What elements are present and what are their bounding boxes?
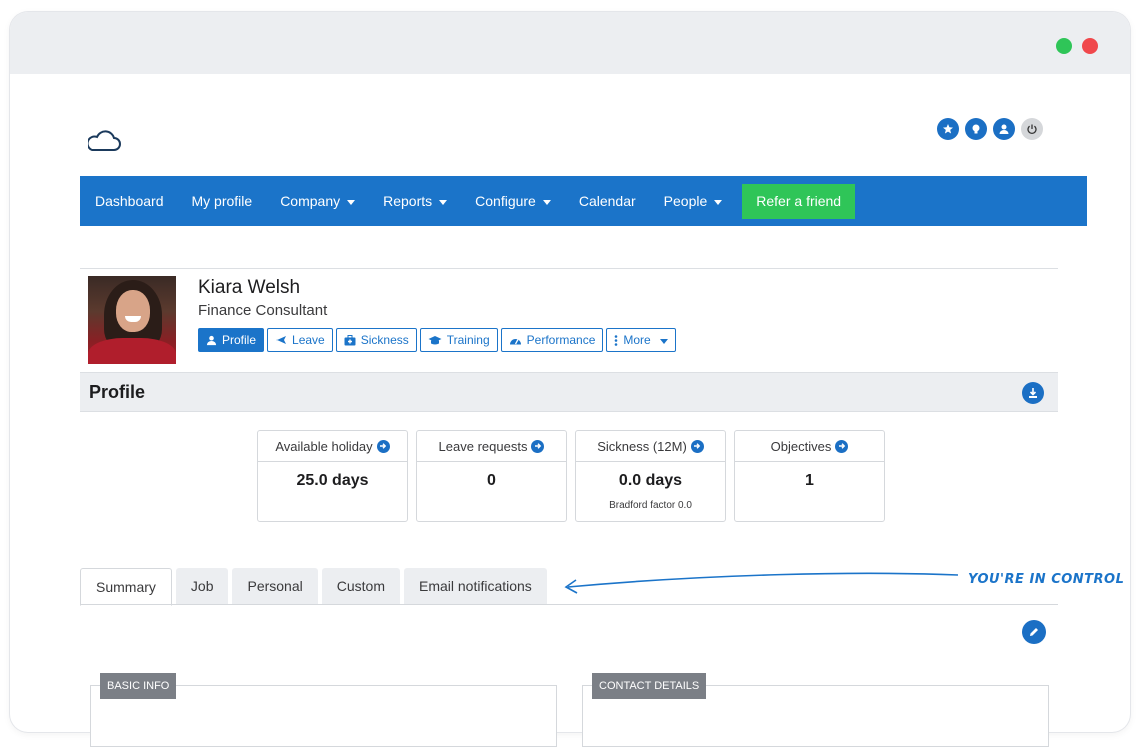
tab-email-notifications[interactable]: Email notifications (403, 568, 547, 604)
arrow-right-circle-icon (835, 439, 849, 453)
stat-label: Leave requests (438, 438, 528, 454)
main-navbar: Dashboard My profile Company Reports Con… (80, 176, 1087, 226)
nav-label: Company (280, 193, 341, 209)
bradford-factor: Bradford factor 0.0 (609, 500, 692, 511)
panel-label: CONTACT DETAILS (592, 673, 707, 699)
nav-label: Reports (383, 193, 433, 209)
contact-details-panel: CONTACT DETAILS (582, 673, 1049, 747)
content-tabs: Summary Job Personal Custom Email notifi… (80, 568, 547, 606)
star-icon[interactable] (937, 118, 959, 140)
window-titlebar (10, 12, 1130, 74)
power-icon[interactable] (1021, 118, 1043, 140)
tabs-divider (80, 604, 1058, 605)
plane-icon (276, 336, 287, 344)
nav-people[interactable]: People (650, 176, 737, 226)
stat-card-link[interactable]: Sickness (12M) (576, 431, 725, 462)
header-icons (937, 118, 1043, 140)
stat-value: 0.0 days (618, 472, 683, 489)
tab-performance[interactable]: Performance (500, 328, 604, 352)
panel-label: BASIC INFO (100, 673, 177, 699)
caret-down-icon (542, 199, 551, 205)
window-close-button[interactable] (1082, 38, 1098, 54)
profile-tabs: Profile Leave Sickness Training Performa… (198, 328, 676, 352)
callout-text: YOU'RE IN CONTROL (968, 572, 1125, 587)
nav-reports[interactable]: Reports (369, 176, 461, 226)
caret-down-icon (659, 338, 668, 344)
tab-label: Training (446, 333, 490, 347)
stat-card-link[interactable]: Available holiday (258, 431, 407, 462)
stat-card-objectives: Objectives 1 (734, 430, 885, 522)
arrow-right-circle-icon (690, 439, 704, 453)
tab-training[interactable]: Training (419, 328, 498, 352)
tab-summary[interactable]: Summary (80, 568, 172, 606)
caret-down-icon (714, 199, 723, 205)
edit-pencil-icon[interactable] (1022, 620, 1046, 644)
stat-card-sickness: Sickness (12M) 0.0 days Bradford factor … (575, 430, 726, 522)
vertical-dots-icon (615, 334, 618, 346)
cloud-logo-icon[interactable] (88, 130, 122, 154)
nav-label: My profile (191, 193, 253, 209)
tab-more-dropdown[interactable]: More (606, 328, 676, 352)
gauge-icon (509, 338, 521, 344)
stat-card-available-holiday: Available holiday 25.0 days (257, 430, 408, 522)
refer-a-friend-button[interactable]: Refer a friend (742, 183, 856, 219)
tab-job[interactable]: Job (175, 568, 229, 604)
graduation-cap-icon (428, 335, 442, 344)
stat-label: Sickness (12M) (597, 438, 687, 454)
divider (80, 268, 1058, 269)
nav-configure[interactable]: Configure (461, 176, 565, 226)
nav-dashboard[interactable]: Dashboard (80, 176, 178, 226)
tab-label: Profile (222, 333, 257, 347)
nav-company[interactable]: Company (266, 176, 369, 226)
tab-leave[interactable]: Leave (267, 328, 333, 352)
arrow-right-circle-icon (376, 439, 390, 453)
nav-label: People (663, 193, 708, 209)
user-icon[interactable] (993, 118, 1015, 140)
nav-my-profile[interactable]: My profile (178, 176, 267, 226)
nav-label: Configure (475, 193, 536, 209)
stat-label: Available holiday (275, 438, 373, 454)
tab-label: More (623, 333, 651, 347)
lightbulb-icon[interactable] (965, 118, 987, 140)
stat-value: 25.0 days (296, 472, 369, 489)
avatar (88, 276, 176, 364)
avatar-face (116, 290, 150, 332)
section-title: Profile (89, 382, 146, 402)
nav-label: Calendar (578, 193, 636, 209)
stat-label: Objectives (770, 438, 832, 454)
stat-card-link[interactable]: Objectives (735, 431, 884, 462)
nav-label: Dashboard (95, 193, 164, 209)
medkit-icon (344, 334, 356, 345)
basic-info-panel: BASIC INFO (90, 673, 557, 747)
employee-name: Kiara Welsh (198, 277, 301, 298)
stat-value: 1 (805, 472, 814, 489)
arrow-right-circle-icon (531, 439, 545, 453)
avatar-shoulders (88, 338, 176, 364)
user-icon (206, 335, 217, 345)
window-maximize-button[interactable] (1056, 38, 1072, 54)
section-header: Profile (80, 372, 1058, 412)
tab-personal[interactable]: Personal (232, 568, 318, 604)
stat-card-link[interactable]: Leave requests (417, 431, 566, 462)
nav-calendar[interactable]: Calendar (565, 176, 650, 226)
tab-label: Sickness (360, 333, 409, 347)
tab-custom[interactable]: Custom (321, 568, 400, 604)
stat-value: 0 (487, 472, 496, 489)
tab-label: Performance (526, 333, 596, 347)
tab-label: Leave (292, 333, 325, 347)
stat-card-leave-requests: Leave requests 0 (416, 430, 567, 522)
caret-down-icon (439, 199, 448, 205)
callout-arrow-icon (564, 572, 959, 594)
download-icon[interactable] (1022, 382, 1044, 404)
employee-job-title: Finance Consultant (198, 302, 328, 319)
caret-down-icon (347, 199, 356, 205)
tab-sickness[interactable]: Sickness (335, 328, 417, 352)
stat-cards: Available holiday 25.0 days Leave reques… (257, 430, 885, 522)
tab-profile[interactable]: Profile (198, 328, 265, 352)
